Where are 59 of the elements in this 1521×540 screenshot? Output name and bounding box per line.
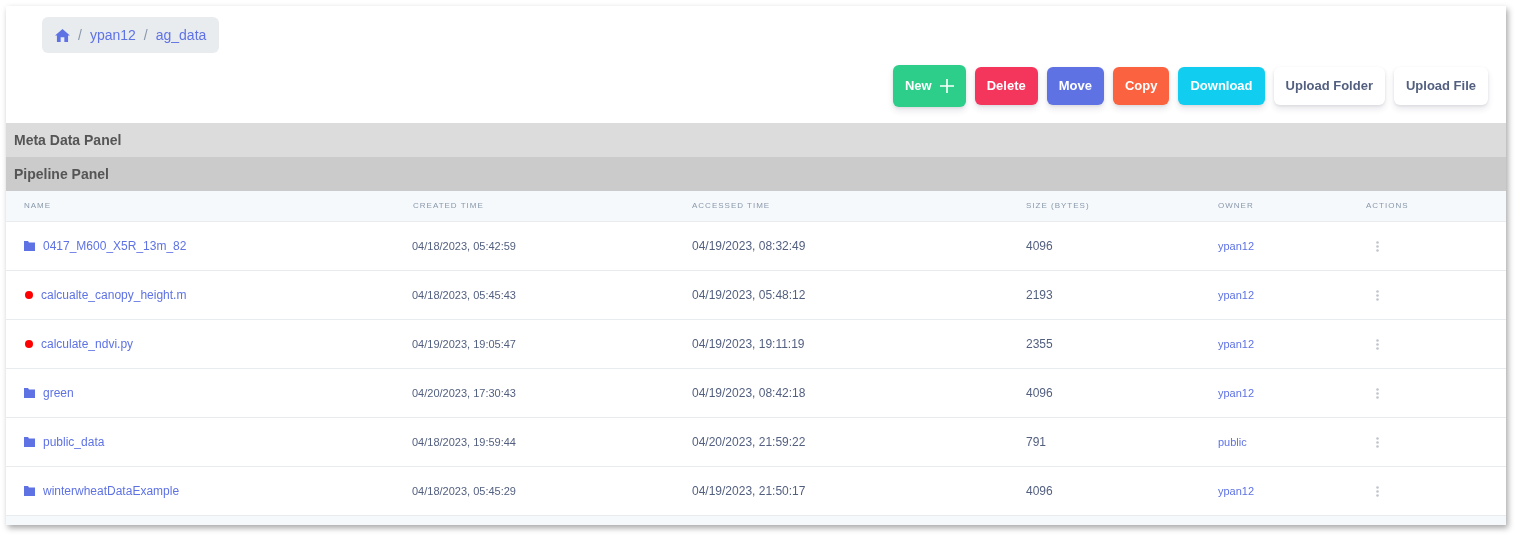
table-cell-text: 04/19/2023, 19:11:19 <box>692 336 806 353</box>
owner-link[interactable]: ypan12 <box>1218 384 1366 402</box>
file-name-link[interactable]: calcualte_canopy_height.m <box>41 286 187 304</box>
folder-icon <box>24 241 35 251</box>
table-cell-text: 04/18/2023, 05:42:59 <box>412 238 517 254</box>
toolbar-button[interactable]: Delete <box>974 67 1038 105</box>
table-cell-text: 4096 <box>1026 385 1054 402</box>
more-options-icon[interactable] <box>1376 338 1379 350</box>
table-cell-text: 04/18/2023, 05:45:43 <box>412 287 517 303</box>
table-cell-text: 04/18/2023, 19:59:44 <box>412 434 517 450</box>
table-cell-text: 04/19/2023, 08:42:18 <box>692 385 807 402</box>
table-cell-text: 04/19/2023, 19:05:47 <box>412 336 517 352</box>
plus-icon <box>939 79 954 93</box>
table-cell-text: 04/19/2023, 08:32:49 <box>692 238 807 255</box>
more-options-icon[interactable] <box>1376 387 1379 399</box>
file-name-link[interactable]: public_data <box>43 433 105 451</box>
breadcrumb-separator: / <box>78 25 82 45</box>
file-name-link[interactable]: calculate_ndvi.py <box>41 335 134 353</box>
toolbar-button[interactable]: Move <box>1046 67 1104 105</box>
toolbar-button[interactable]: Upload File <box>1393 67 1488 105</box>
toolbar-button[interactable]: Upload Folder <box>1273 67 1385 105</box>
table-cell-text: 04/19/2023, 05:48:12 <box>692 287 807 304</box>
table-cell-text: 04/20/2023, 17:30:43 <box>412 385 517 401</box>
column-header: CREATED TIME <box>413 200 485 212</box>
breadcrumb-separator: / <box>143 25 148 45</box>
table-cell-text: 04/18/2023, 05:45:29 <box>412 483 517 499</box>
owner-link[interactable]: ypan12 <box>1218 286 1366 304</box>
table-cell-text: 04/20/2023, 21:59:22 <box>692 434 807 451</box>
file-name-link[interactable]: winterwheatDataExample <box>43 482 180 500</box>
table-cell-text: 4096 <box>1026 238 1054 255</box>
folder-icon <box>24 486 35 496</box>
more-options-icon[interactable] <box>1376 289 1379 301</box>
more-options-icon[interactable] <box>1376 485 1379 497</box>
home-icon[interactable] <box>55 28 70 42</box>
column-header: NAME <box>24 200 53 212</box>
table-cell-text: 04/19/2023, 21:50:17 <box>692 483 807 500</box>
owner-link[interactable]: ypan12 <box>1218 335 1366 353</box>
file-name-link[interactable]: green <box>43 384 74 402</box>
table-cell-text: 2355 <box>1026 336 1054 353</box>
table-cell-text: 4096 <box>1026 483 1054 500</box>
panel-header[interactable]: Meta Data Panel <box>6 123 1506 157</box>
folder-icon <box>24 437 35 447</box>
breadcrumb-link[interactable]: ag_data <box>155 24 207 46</box>
file-name-link[interactable]: 0417_M600_X5R_13m_82 <box>43 237 187 255</box>
panel-header[interactable]: Pipeline Panel <box>6 157 1506 191</box>
owner-link[interactable]: public <box>1218 433 1366 451</box>
column-header: ACTIONS <box>1366 200 1410 212</box>
owner-link[interactable]: ypan12 <box>1218 482 1366 500</box>
column-header: OWNER <box>1218 200 1255 212</box>
breadcrumb-link[interactable]: ypan12 <box>89 24 136 46</box>
column-header: ACCESSED TIME <box>692 200 772 212</box>
more-options-icon[interactable] <box>1376 240 1379 252</box>
table-cell-text: 2193 <box>1026 287 1054 304</box>
toolbar-button[interactable]: Copy <box>1112 67 1170 105</box>
table-cell-text: 791 <box>1026 434 1048 451</box>
more-options-icon[interactable] <box>1376 436 1379 448</box>
folder-icon <box>24 388 35 398</box>
owner-link[interactable]: ypan12 <box>1218 237 1366 255</box>
column-header: SIZE (BYTES) <box>1026 200 1091 212</box>
